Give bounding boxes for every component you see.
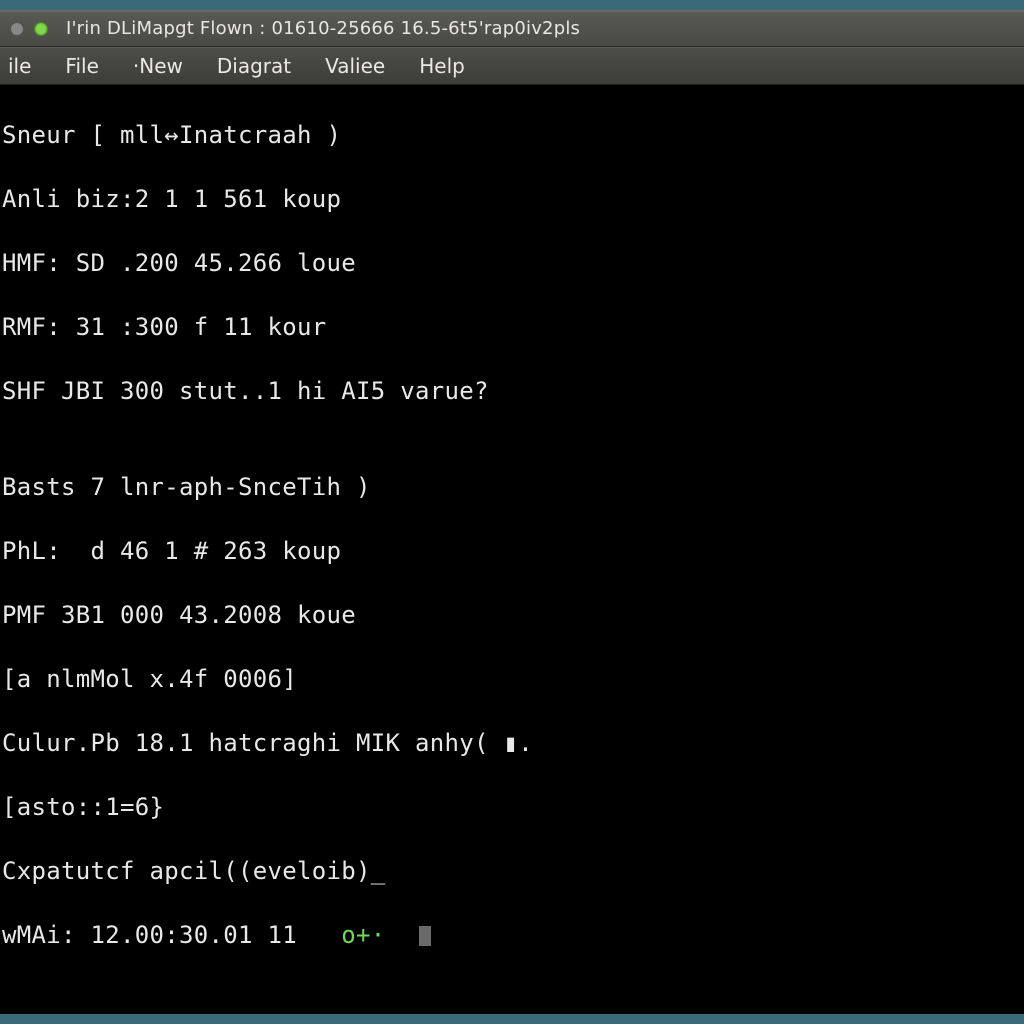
terminal-prompt-line: wMAi: 12.00:30.01 11 o+·: [2, 919, 1022, 951]
terminal-line: Sneur [ mll↔Inatcraah ): [2, 119, 1022, 151]
terminal-line: Culur.Pb 18.1 hatcraghi MIK anhy( ▮.: [2, 727, 1022, 759]
terminal-line: Cxpatutcf apcil((eveloib)_: [2, 855, 1022, 887]
terminal-line: [a nlmMol x.4f 0006]: [2, 663, 1022, 695]
terminal-line: PMF 3B1 000 43.2008 koue: [2, 599, 1022, 631]
terminal-line: SHF JBI 300 stut..1 hi AI5 varue?: [2, 375, 1022, 407]
terminal-output[interactable]: Sneur [ mll↔Inatcraah ) Anli biz:2 1 1 5…: [0, 85, 1024, 1014]
terminal-line: Basts 7 lnr-aph-SnceTih ): [2, 471, 1022, 503]
prompt-accent: o+·: [341, 921, 385, 949]
terminal-line: HMF: SD .200 45.266 loue: [2, 247, 1022, 279]
app-window: I'rin DLiMapgt Flown : 01610-25666 16.5-…: [0, 10, 1024, 1014]
window-close-button[interactable]: [10, 22, 24, 36]
window-maximize-button[interactable]: [34, 22, 48, 36]
menu-diagrat[interactable]: Diagrat: [211, 50, 297, 82]
menu-ile[interactable]: ile: [2, 50, 37, 82]
cursor-icon: [419, 926, 431, 946]
terminal-line: [asto::1=6}: [2, 791, 1022, 823]
menu-value[interactable]: Valiee: [319, 50, 391, 82]
prompt-prefix: wMAi: 12.00:30.01 11: [2, 921, 341, 949]
terminal-line: PhL: d 46 1 # 263 koup: [2, 535, 1022, 567]
window-title: I'rin DLiMapgt Flown : 01610-25666 16.5-…: [66, 18, 580, 39]
menu-help[interactable]: Help: [413, 50, 471, 82]
terminal-line: RMF: 31 :300 f 11 kour: [2, 311, 1022, 343]
menubar: ile File ·New Diagrat Valiee Help: [0, 47, 1024, 85]
menu-new[interactable]: ·New: [127, 50, 189, 82]
titlebar[interactable]: I'rin DLiMapgt Flown : 01610-25666 16.5-…: [0, 11, 1024, 47]
menu-file[interactable]: File: [59, 50, 104, 82]
terminal-line: Anli biz:2 1 1 561 koup: [2, 183, 1022, 215]
